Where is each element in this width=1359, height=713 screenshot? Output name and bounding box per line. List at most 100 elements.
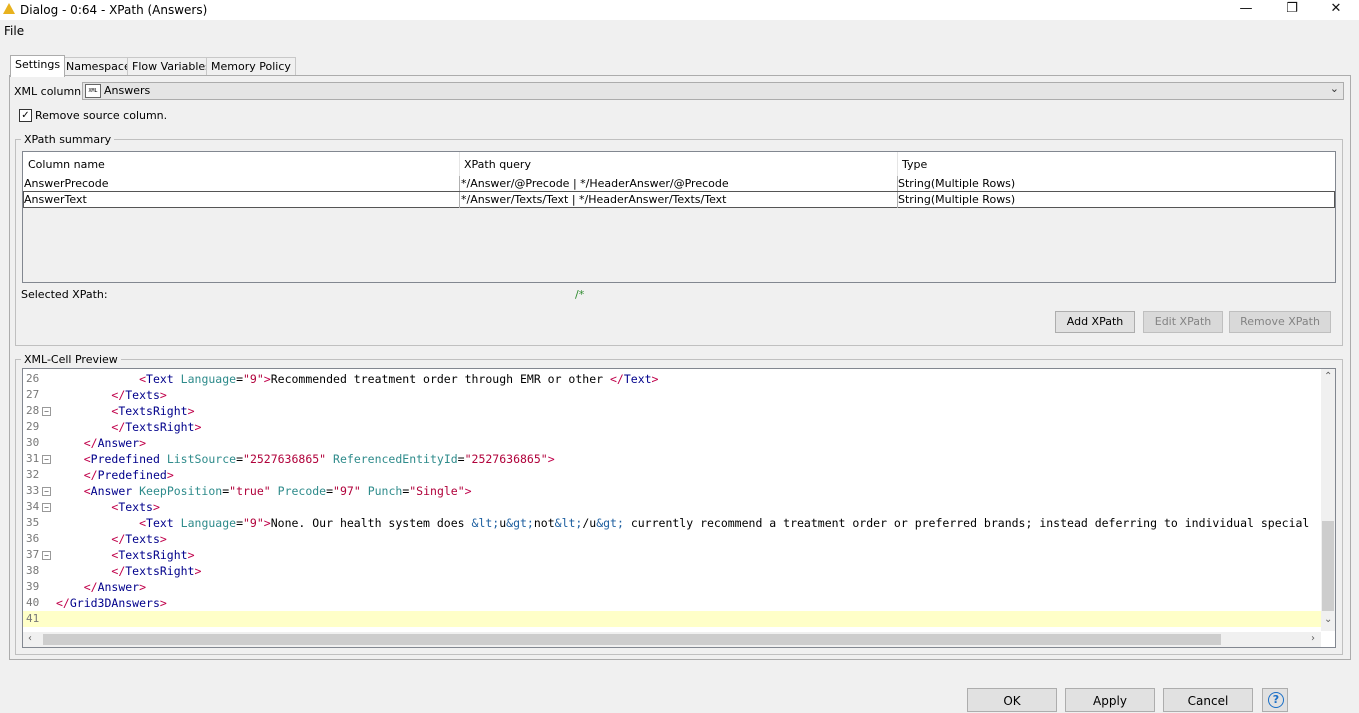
selected-xpath-value: /* [575,288,585,301]
line-number: 35 [26,516,40,529]
code-text: <TextsRight> [111,404,195,418]
code-line[interactable]: 30 </Answer> [23,435,1321,451]
code-text: <Answer KeepPosition="true" Precode="97"… [83,484,472,498]
horizontal-scroll-thumb[interactable] [43,634,1221,645]
close-button[interactable]: ✕ [1313,0,1359,20]
table-row[interactable]: AnswerPrecode */Answer/@Precode | */Head… [23,176,1335,192]
cell-divider [459,176,460,192]
selected-xpath-label: Selected XPath: [21,288,108,301]
code-line[interactable]: 40 </Grid3DAnswers> [23,595,1321,611]
column-divider [897,152,898,176]
line-number: 26 [26,372,40,385]
code-text: </Predefined> [83,468,174,482]
window-title: Dialog - 0:64 - XPath (Answers) [20,3,208,17]
xml-column-select[interactable]: XML Answers ⌄ [82,82,1344,100]
minimize-button[interactable]: — [1223,0,1269,20]
title-bar: Dialog - 0:64 - XPath (Answers) — ❐ ✕ [0,0,1359,20]
remove-source-checkbox[interactable]: ✓ [19,109,32,122]
code-text: </Texts> [111,388,167,402]
scroll-right-icon[interactable]: › [1311,633,1315,644]
remove-xpath-button[interactable]: Remove XPath [1229,311,1331,333]
restore-button[interactable]: ❐ [1269,0,1315,20]
tab-settings[interactable]: Settings [10,55,66,77]
line-number: 39 [26,580,40,593]
code-line[interactable]: 35 <Text Language="9">None. Our health s… [23,515,1321,531]
code-line[interactable]: 36 </Texts> [23,531,1321,547]
fold-toggle-icon[interactable]: − [42,455,51,464]
cell-column-name: AnswerText [24,193,87,206]
code-text: </Grid3DAnswers> [56,596,167,610]
line-number: 28 [26,404,40,417]
cell-column-name: AnswerPrecode [24,177,109,190]
code-line[interactable]: 28− <TextsRight> [23,403,1321,419]
line-number: 30 [26,436,40,449]
column-header-xpath[interactable]: XPath query [464,158,531,171]
fold-toggle-icon[interactable]: − [42,551,51,560]
code-line[interactable]: 34− <Texts> [23,499,1321,515]
code-text: <Texts> [111,500,160,514]
line-number: 33 [26,484,40,497]
line-number: 38 [26,564,40,577]
apply-button[interactable]: Apply [1065,688,1155,712]
cell-type: String(Multiple Rows) [898,177,1016,190]
help-button[interactable]: ? [1262,688,1288,712]
code-text: </TextsRight> [111,420,202,434]
code-text: <Predefined ListSource="2527636865" Refe… [83,452,555,466]
column-header-type[interactable]: Type [902,158,927,171]
code-text: <Text Language="9">None. Our health syst… [139,516,1310,530]
xml-column-label: XML column: [14,85,85,98]
code-line[interactable]: 27 </Texts> [23,387,1321,403]
add-xpath-button[interactable]: Add XPath [1055,311,1135,333]
line-number: 36 [26,532,40,545]
cell-xpath-query: */Answer/Texts/Text | */HeaderAnswer/Tex… [461,193,727,206]
xpath-summary-title: XPath summary [21,133,115,146]
vertical-scroll-thumb[interactable] [1322,521,1334,611]
code-line[interactable]: 29 </TextsRight> [23,419,1321,435]
line-number: 32 [26,468,40,481]
code-line[interactable]: 41 [23,611,1321,627]
code-line[interactable]: 37− <TextsRight> [23,547,1321,563]
code-line[interactable]: 33− <Answer KeepPosition="true" Precode=… [23,483,1321,499]
line-number: 29 [26,420,40,433]
column-header-name[interactable]: Column name [28,158,105,171]
scroll-down-icon[interactable]: ⌄ [1324,614,1332,625]
code-text: <TextsRight> [111,548,195,562]
scroll-left-icon[interactable]: ‹ [28,633,32,644]
horizontal-scrollbar[interactable]: ‹ › [23,632,1321,647]
line-number: 40 [26,596,40,609]
table-header: Column name XPath query Type [23,152,1335,177]
menu-file[interactable]: File [4,24,24,38]
code-line[interactable]: 31− <Predefined ListSource="2527636865" … [23,451,1321,467]
tab-flow-variables[interactable]: Flow Variables [127,57,216,76]
cell-divider [459,192,460,208]
line-number: 37 [26,548,40,561]
code-text: </Answer> [83,436,147,450]
menu-bar [0,22,1359,40]
line-number: 41 [26,612,40,625]
code-line[interactable]: 38 </TextsRight> [23,563,1321,579]
xml-type-icon: XML [85,84,101,98]
tab-namespace[interactable]: Namespace [61,57,136,76]
code-line[interactable]: 26 <Text Language="9">Recommended treatm… [23,371,1321,387]
line-number: 27 [26,388,40,401]
fold-toggle-icon[interactable]: − [42,487,51,496]
code-line[interactable]: 32 </Predefined> [23,467,1321,483]
edit-xpath-button[interactable]: Edit XPath [1143,311,1223,333]
line-number: 31 [26,452,40,465]
tab-memory-policy[interactable]: Memory Policy [206,57,296,76]
fold-toggle-icon[interactable]: − [42,407,51,416]
cancel-button[interactable]: Cancel [1163,688,1253,712]
ok-button[interactable]: OK [967,688,1057,712]
scroll-up-icon[interactable]: ⌃ [1324,371,1332,382]
code-text: </Texts> [111,532,167,546]
chevron-down-icon: ⌄ [1329,82,1339,95]
xpath-table: Column name XPath query Type AnswerPreco… [22,151,1336,283]
code-line[interactable]: 39 </Answer> [23,579,1321,595]
code-text: <Text Language="9">Recommended treatment… [139,372,659,386]
vertical-scrollbar[interactable]: ⌃ ⌄ [1321,369,1335,631]
cell-type: String(Multiple Rows) [898,193,1016,206]
remove-source-label: Remove source column. [35,109,168,122]
table-row[interactable]: AnswerText */Answer/Texts/Text | */Heade… [23,191,1335,208]
xml-code-editor[interactable]: 26 <Text Language="9">Recommended treatm… [22,368,1336,648]
fold-toggle-icon[interactable]: − [42,503,51,512]
